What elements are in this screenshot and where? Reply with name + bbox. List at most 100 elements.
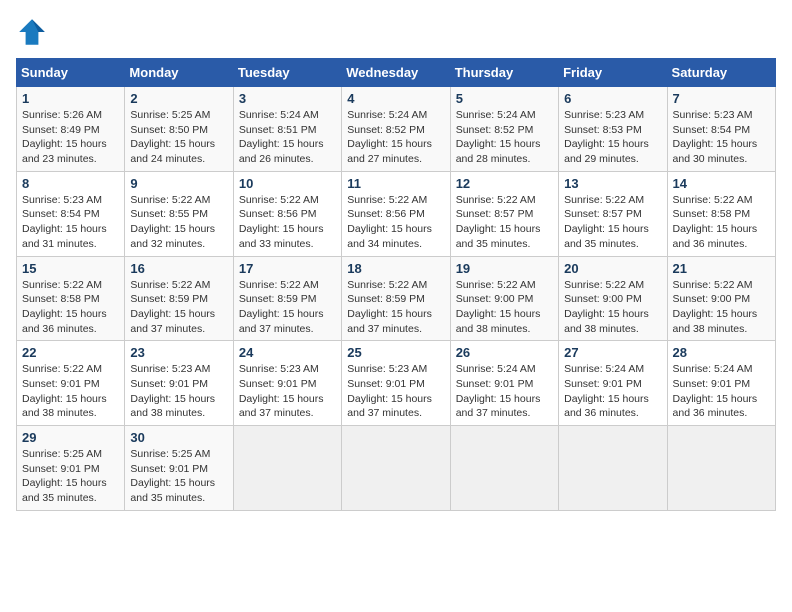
- calendar-table: SundayMondayTuesdayWednesdayThursdayFrid…: [16, 58, 776, 511]
- day-number: 22: [22, 345, 119, 360]
- calendar-cell: [233, 426, 341, 511]
- weekday-header-thursday: Thursday: [450, 59, 558, 87]
- weekday-header-tuesday: Tuesday: [233, 59, 341, 87]
- day-detail: Sunrise: 5:23 AM Sunset: 8:54 PM Dayligh…: [673, 108, 770, 167]
- day-number: 8: [22, 176, 119, 191]
- calendar-cell: 8 Sunrise: 5:23 AM Sunset: 8:54 PM Dayli…: [17, 171, 125, 256]
- day-number: 17: [239, 261, 336, 276]
- calendar-cell: 25 Sunrise: 5:23 AM Sunset: 9:01 PM Dayl…: [342, 341, 450, 426]
- calendar-cell: 13 Sunrise: 5:22 AM Sunset: 8:57 PM Dayl…: [559, 171, 667, 256]
- day-detail: Sunrise: 5:25 AM Sunset: 8:50 PM Dayligh…: [130, 108, 227, 167]
- header: [16, 16, 776, 48]
- weekday-header-wednesday: Wednesday: [342, 59, 450, 87]
- logo: [16, 16, 54, 48]
- day-detail: Sunrise: 5:22 AM Sunset: 8:58 PM Dayligh…: [673, 193, 770, 252]
- calendar-cell: 20 Sunrise: 5:22 AM Sunset: 9:00 PM Dayl…: [559, 256, 667, 341]
- day-detail: Sunrise: 5:25 AM Sunset: 9:01 PM Dayligh…: [130, 447, 227, 506]
- day-detail: Sunrise: 5:23 AM Sunset: 8:54 PM Dayligh…: [22, 193, 119, 252]
- weekday-header-saturday: Saturday: [667, 59, 775, 87]
- day-detail: Sunrise: 5:22 AM Sunset: 8:59 PM Dayligh…: [130, 278, 227, 337]
- day-detail: Sunrise: 5:24 AM Sunset: 9:01 PM Dayligh…: [564, 362, 661, 421]
- day-number: 23: [130, 345, 227, 360]
- day-number: 2: [130, 91, 227, 106]
- calendar-cell: [667, 426, 775, 511]
- calendar-cell: 23 Sunrise: 5:23 AM Sunset: 9:01 PM Dayl…: [125, 341, 233, 426]
- calendar-cell: 14 Sunrise: 5:22 AM Sunset: 8:58 PM Dayl…: [667, 171, 775, 256]
- calendar-week-row: 15 Sunrise: 5:22 AM Sunset: 8:58 PM Dayl…: [17, 256, 776, 341]
- calendar-cell: 11 Sunrise: 5:22 AM Sunset: 8:56 PM Dayl…: [342, 171, 450, 256]
- logo-icon: [16, 16, 48, 48]
- day-detail: Sunrise: 5:22 AM Sunset: 9:00 PM Dayligh…: [564, 278, 661, 337]
- day-number: 16: [130, 261, 227, 276]
- day-detail: Sunrise: 5:22 AM Sunset: 8:55 PM Dayligh…: [130, 193, 227, 252]
- day-number: 9: [130, 176, 227, 191]
- calendar-week-row: 22 Sunrise: 5:22 AM Sunset: 9:01 PM Dayl…: [17, 341, 776, 426]
- day-detail: Sunrise: 5:22 AM Sunset: 8:59 PM Dayligh…: [239, 278, 336, 337]
- weekday-header-row: SundayMondayTuesdayWednesdayThursdayFrid…: [17, 59, 776, 87]
- calendar-cell: 28 Sunrise: 5:24 AM Sunset: 9:01 PM Dayl…: [667, 341, 775, 426]
- day-number: 18: [347, 261, 444, 276]
- day-detail: Sunrise: 5:22 AM Sunset: 8:58 PM Dayligh…: [22, 278, 119, 337]
- calendar-cell: 16 Sunrise: 5:22 AM Sunset: 8:59 PM Dayl…: [125, 256, 233, 341]
- calendar-cell: [450, 426, 558, 511]
- day-detail: Sunrise: 5:25 AM Sunset: 9:01 PM Dayligh…: [22, 447, 119, 506]
- calendar-cell: 29 Sunrise: 5:25 AM Sunset: 9:01 PM Dayl…: [17, 426, 125, 511]
- day-number: 27: [564, 345, 661, 360]
- day-detail: Sunrise: 5:24 AM Sunset: 9:01 PM Dayligh…: [673, 362, 770, 421]
- day-number: 25: [347, 345, 444, 360]
- calendar-cell: 9 Sunrise: 5:22 AM Sunset: 8:55 PM Dayli…: [125, 171, 233, 256]
- calendar-cell: 3 Sunrise: 5:24 AM Sunset: 8:51 PM Dayli…: [233, 87, 341, 172]
- day-number: 1: [22, 91, 119, 106]
- day-detail: Sunrise: 5:22 AM Sunset: 8:57 PM Dayligh…: [564, 193, 661, 252]
- day-number: 20: [564, 261, 661, 276]
- calendar-cell: 10 Sunrise: 5:22 AM Sunset: 8:56 PM Dayl…: [233, 171, 341, 256]
- day-detail: Sunrise: 5:22 AM Sunset: 9:01 PM Dayligh…: [22, 362, 119, 421]
- calendar-cell: 5 Sunrise: 5:24 AM Sunset: 8:52 PM Dayli…: [450, 87, 558, 172]
- day-detail: Sunrise: 5:24 AM Sunset: 9:01 PM Dayligh…: [456, 362, 553, 421]
- calendar-week-row: 29 Sunrise: 5:25 AM Sunset: 9:01 PM Dayl…: [17, 426, 776, 511]
- day-number: 4: [347, 91, 444, 106]
- calendar-cell: 30 Sunrise: 5:25 AM Sunset: 9:01 PM Dayl…: [125, 426, 233, 511]
- day-detail: Sunrise: 5:24 AM Sunset: 8:52 PM Dayligh…: [347, 108, 444, 167]
- weekday-header-sunday: Sunday: [17, 59, 125, 87]
- day-detail: Sunrise: 5:23 AM Sunset: 9:01 PM Dayligh…: [239, 362, 336, 421]
- day-detail: Sunrise: 5:24 AM Sunset: 8:52 PM Dayligh…: [456, 108, 553, 167]
- day-number: 5: [456, 91, 553, 106]
- day-detail: Sunrise: 5:22 AM Sunset: 8:57 PM Dayligh…: [456, 193, 553, 252]
- calendar-week-row: 1 Sunrise: 5:26 AM Sunset: 8:49 PM Dayli…: [17, 87, 776, 172]
- calendar-cell: 26 Sunrise: 5:24 AM Sunset: 9:01 PM Dayl…: [450, 341, 558, 426]
- calendar-cell: [559, 426, 667, 511]
- day-detail: Sunrise: 5:23 AM Sunset: 8:53 PM Dayligh…: [564, 108, 661, 167]
- calendar-cell: 22 Sunrise: 5:22 AM Sunset: 9:01 PM Dayl…: [17, 341, 125, 426]
- calendar-cell: 17 Sunrise: 5:22 AM Sunset: 8:59 PM Dayl…: [233, 256, 341, 341]
- day-detail: Sunrise: 5:24 AM Sunset: 8:51 PM Dayligh…: [239, 108, 336, 167]
- day-detail: Sunrise: 5:23 AM Sunset: 9:01 PM Dayligh…: [130, 362, 227, 421]
- day-number: 28: [673, 345, 770, 360]
- day-number: 12: [456, 176, 553, 191]
- day-number: 29: [22, 430, 119, 445]
- day-number: 13: [564, 176, 661, 191]
- calendar-cell: 21 Sunrise: 5:22 AM Sunset: 9:00 PM Dayl…: [667, 256, 775, 341]
- day-detail: Sunrise: 5:22 AM Sunset: 9:00 PM Dayligh…: [673, 278, 770, 337]
- calendar-week-row: 8 Sunrise: 5:23 AM Sunset: 8:54 PM Dayli…: [17, 171, 776, 256]
- day-detail: Sunrise: 5:22 AM Sunset: 8:56 PM Dayligh…: [239, 193, 336, 252]
- calendar-cell: 4 Sunrise: 5:24 AM Sunset: 8:52 PM Dayli…: [342, 87, 450, 172]
- day-detail: Sunrise: 5:23 AM Sunset: 9:01 PM Dayligh…: [347, 362, 444, 421]
- calendar-cell: 19 Sunrise: 5:22 AM Sunset: 9:00 PM Dayl…: [450, 256, 558, 341]
- calendar-cell: 27 Sunrise: 5:24 AM Sunset: 9:01 PM Dayl…: [559, 341, 667, 426]
- calendar-cell: 15 Sunrise: 5:22 AM Sunset: 8:58 PM Dayl…: [17, 256, 125, 341]
- day-detail: Sunrise: 5:22 AM Sunset: 8:56 PM Dayligh…: [347, 193, 444, 252]
- day-detail: Sunrise: 5:22 AM Sunset: 9:00 PM Dayligh…: [456, 278, 553, 337]
- calendar-cell: [342, 426, 450, 511]
- calendar-cell: 2 Sunrise: 5:25 AM Sunset: 8:50 PM Dayli…: [125, 87, 233, 172]
- day-number: 14: [673, 176, 770, 191]
- weekday-header-friday: Friday: [559, 59, 667, 87]
- day-detail: Sunrise: 5:26 AM Sunset: 8:49 PM Dayligh…: [22, 108, 119, 167]
- calendar-cell: 1 Sunrise: 5:26 AM Sunset: 8:49 PM Dayli…: [17, 87, 125, 172]
- day-number: 11: [347, 176, 444, 191]
- day-number: 6: [564, 91, 661, 106]
- day-number: 19: [456, 261, 553, 276]
- day-number: 21: [673, 261, 770, 276]
- calendar-cell: 12 Sunrise: 5:22 AM Sunset: 8:57 PM Dayl…: [450, 171, 558, 256]
- day-number: 7: [673, 91, 770, 106]
